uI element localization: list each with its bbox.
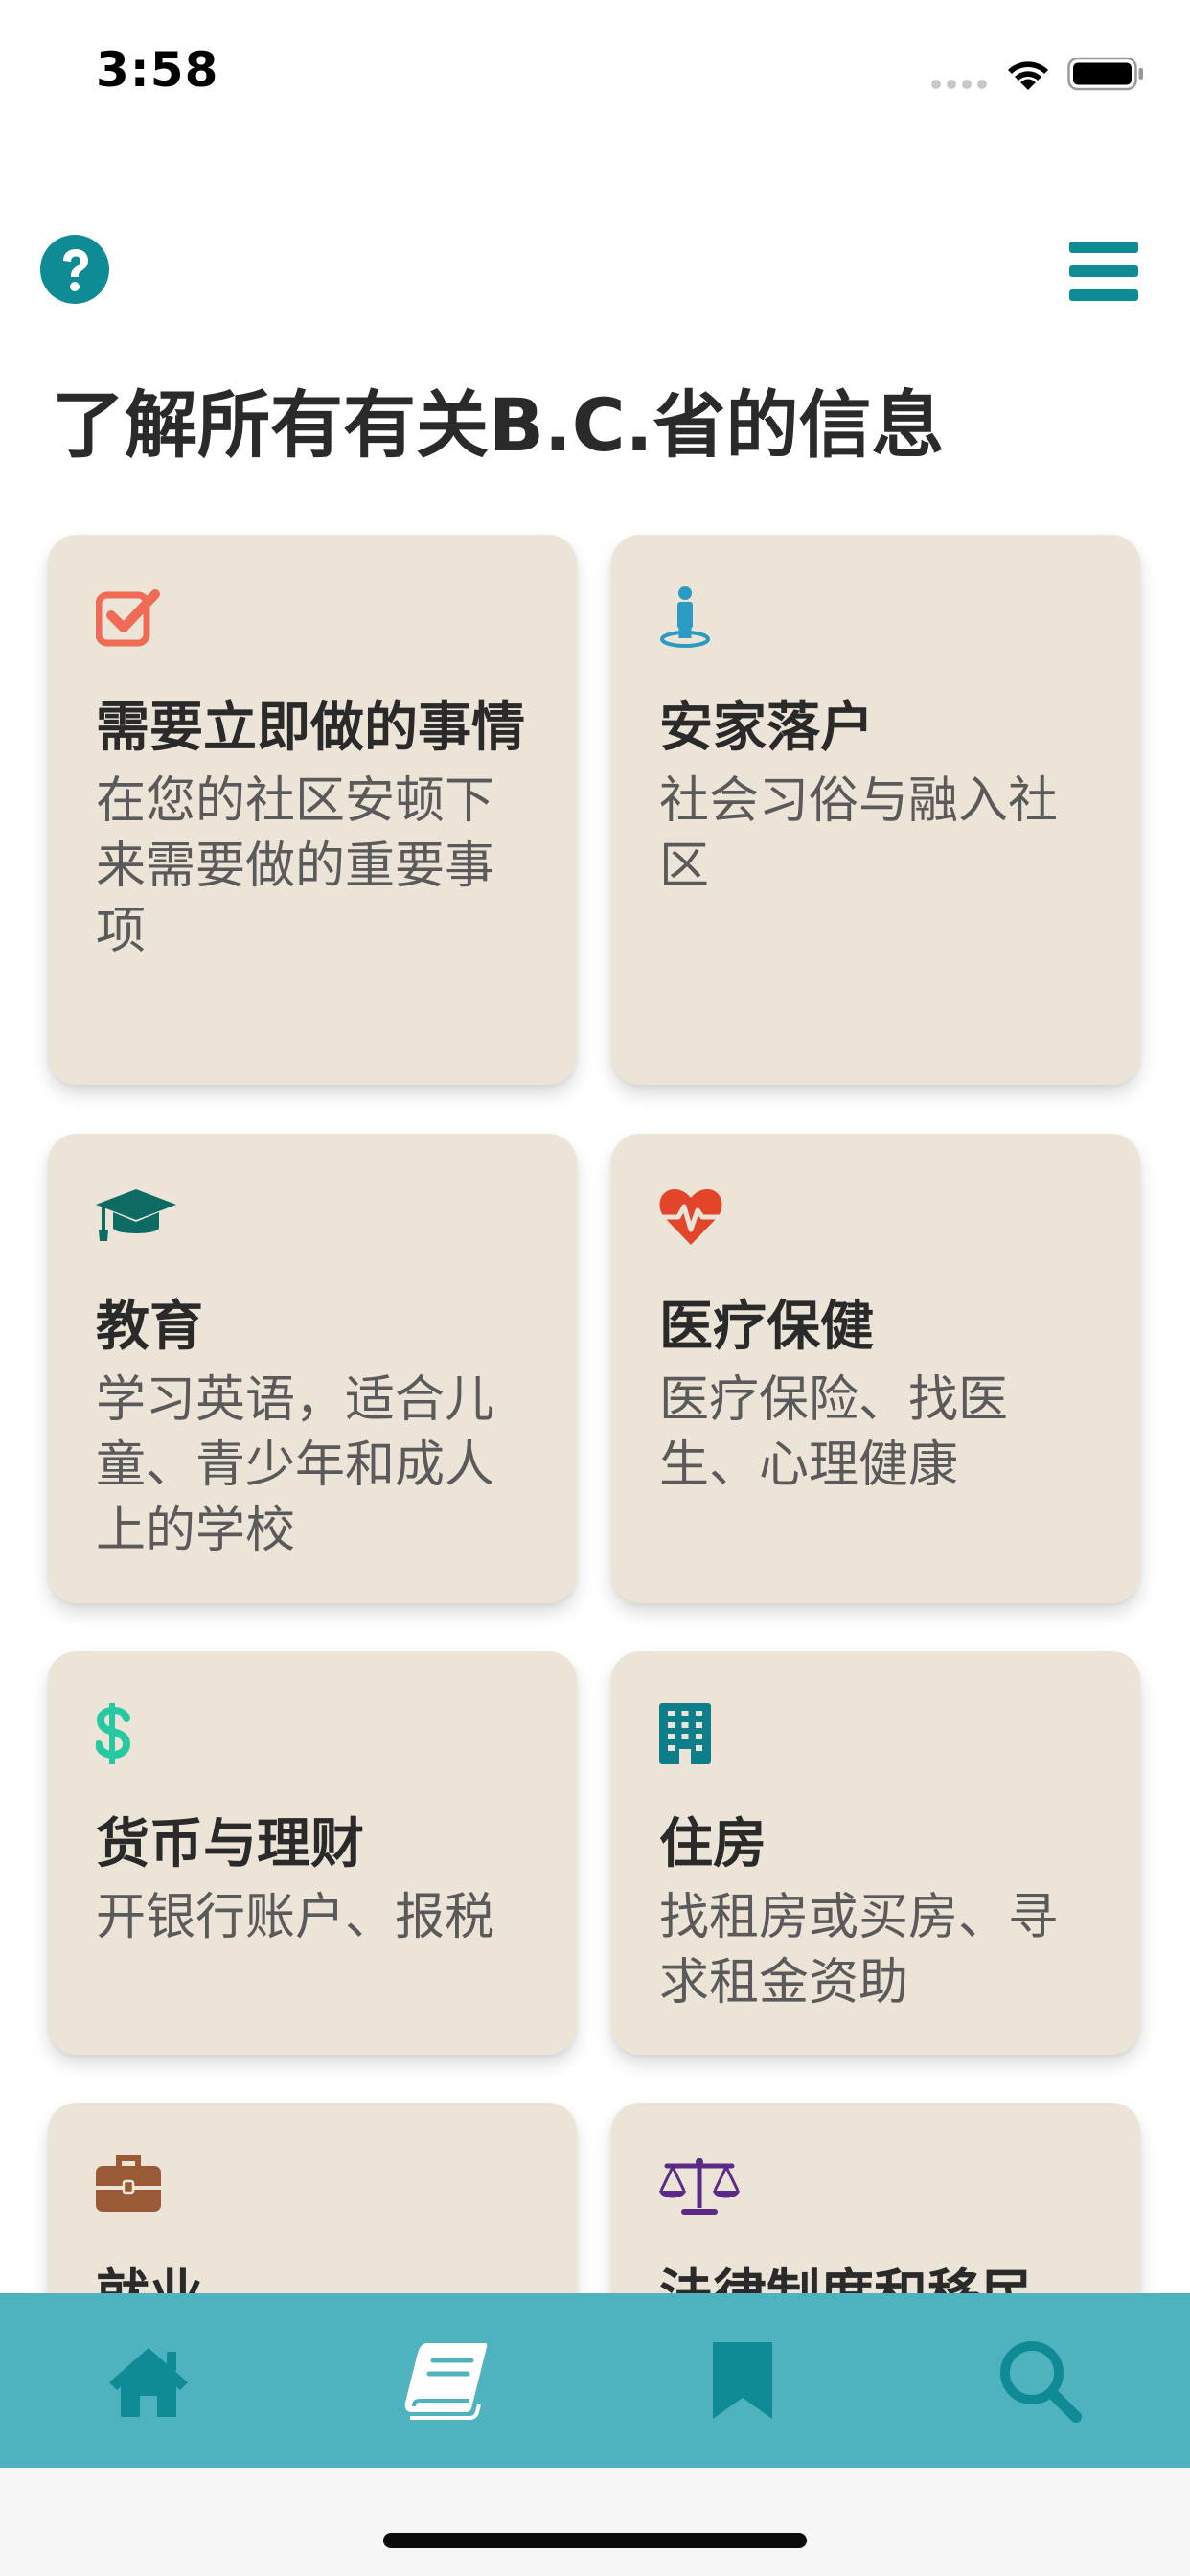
tab-bar bbox=[0, 2293, 1190, 2468]
wifi-icon bbox=[1008, 61, 1048, 90]
person-location-icon bbox=[660, 586, 710, 648]
card-education[interactable]: 教育 学习英语，适合儿童、青少年和成人上的学校 bbox=[48, 1134, 577, 1603]
heartbeat-icon bbox=[659, 1188, 723, 1245]
scales-icon bbox=[659, 2158, 740, 2215]
graduation-cap-icon bbox=[96, 1189, 176, 1241]
search-icon bbox=[1000, 2341, 1082, 2423]
tab-home[interactable] bbox=[0, 2293, 297, 2468]
card-money-finance[interactable]: 货币与理财 开银行账户、报税 bbox=[48, 1651, 577, 2055]
card-title: 教育 bbox=[96, 1296, 203, 1358]
briefcase-icon bbox=[96, 2155, 161, 2212]
status-time: 3:58 bbox=[96, 42, 219, 98]
card-desc: 医疗保险、找医生、心理健康 bbox=[659, 1371, 1009, 1494]
tab-bookmarks[interactable] bbox=[594, 2293, 891, 2468]
card-title: 住房 bbox=[659, 1813, 767, 1875]
home-indicator[interactable] bbox=[383, 2533, 807, 2548]
card-desc: 开银行账户、报税 bbox=[96, 1889, 495, 1946]
cellular-signal-icon bbox=[931, 80, 987, 89]
card-title: 需要立即做的事情 bbox=[96, 697, 525, 759]
card-desc: 找租房或买房、寻求租金资助 bbox=[659, 1889, 1059, 2012]
book-icon bbox=[404, 2343, 488, 2420]
card-immediate-tasks[interactable]: 需要立即做的事情 在您的社区安顿下来需要做的重要事项 bbox=[48, 535, 577, 1085]
home-icon bbox=[109, 2348, 188, 2417]
card-desc: 社会习俗与融入社区 bbox=[659, 772, 1059, 895]
card-title: 医疗保健 bbox=[659, 1296, 874, 1358]
card-desc: 学习英语，适合儿童、青少年和成人上的学校 bbox=[96, 1371, 495, 1559]
card-housing[interactable]: 住房 找租房或买房、寻求租金资助 bbox=[611, 1651, 1140, 2055]
card-settling-in[interactable]: 安家落户 社会习俗与融入社区 bbox=[611, 535, 1140, 1085]
building-icon bbox=[659, 1703, 711, 1764]
help-icon[interactable] bbox=[40, 235, 109, 304]
tab-search[interactable] bbox=[891, 2293, 1188, 2468]
page-title: 了解所有有关B.C.省的信息 bbox=[52, 382, 945, 468]
bookmark-icon bbox=[713, 2342, 772, 2419]
card-desc: 在您的社区安顿下来需要做的重要事项 bbox=[96, 772, 495, 960]
check-square-icon bbox=[96, 589, 160, 647]
battery-icon bbox=[1067, 57, 1143, 91]
card-title: 货币与理财 bbox=[96, 1813, 364, 1875]
card-health-care[interactable]: 医疗保健 医疗保险、找医生、心理健康 bbox=[611, 1134, 1140, 1603]
tab-learn[interactable] bbox=[297, 2293, 594, 2468]
home-indicator-area bbox=[0, 2468, 1190, 2576]
card-title: 安家落户 bbox=[659, 697, 874, 759]
dollar-icon bbox=[96, 1703, 131, 1764]
status-bar: 3:58 bbox=[0, 0, 1190, 144]
menu-icon[interactable] bbox=[1069, 242, 1138, 301]
